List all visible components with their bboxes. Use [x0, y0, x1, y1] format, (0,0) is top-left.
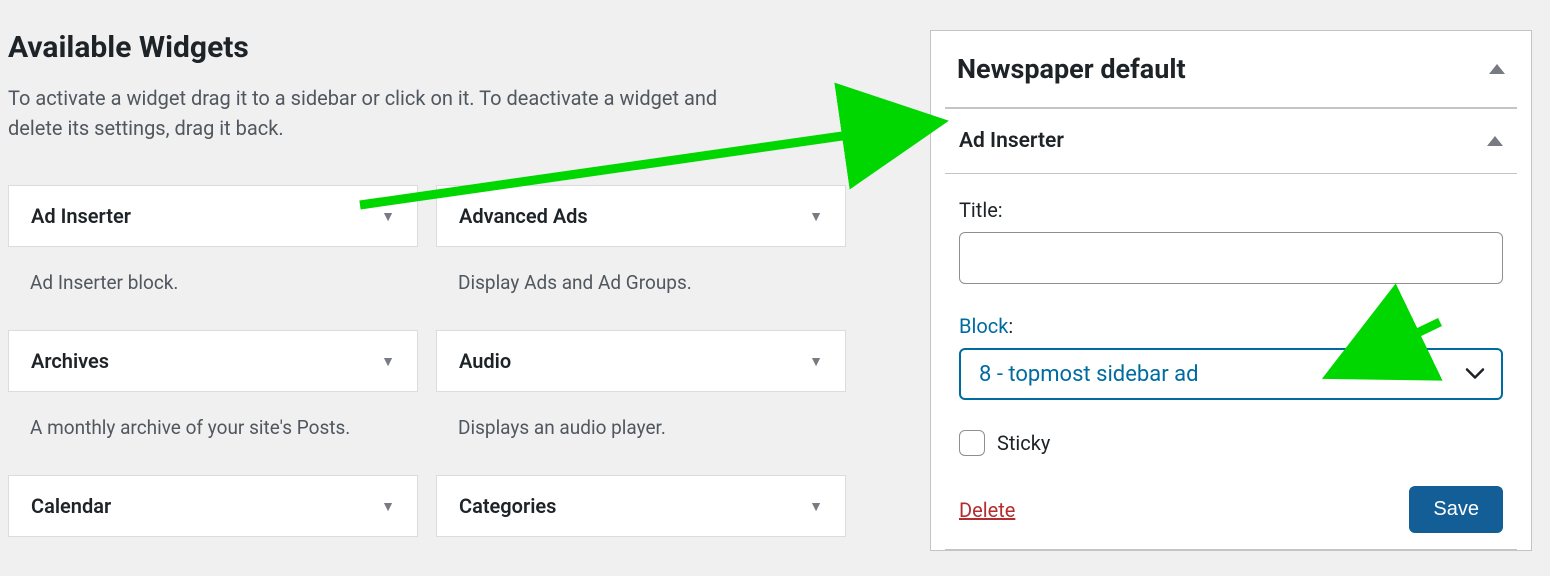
- available-widgets-intro: To activate a widget drag it to a sideba…: [8, 83, 748, 143]
- sticky-label: Sticky: [997, 431, 1050, 455]
- widget-instance-header[interactable]: Ad Inserter: [945, 108, 1517, 173]
- widget-instance-title: Ad Inserter: [959, 129, 1064, 153]
- widget-ad-inserter[interactable]: Ad Inserter ▼: [8, 185, 418, 247]
- chevron-up-icon: [1487, 136, 1503, 146]
- chevron-down-icon: ▼: [809, 498, 823, 515]
- widget-desc: Ad Inserter block.: [8, 247, 418, 312]
- widget-title: Calendar: [31, 494, 111, 518]
- delete-link[interactable]: Delete: [959, 498, 1015, 522]
- widget-title: Categories: [459, 494, 556, 518]
- widget-archives[interactable]: Archives ▼: [8, 330, 418, 392]
- widget-advanced-ads[interactable]: Advanced Ads ▼: [436, 185, 846, 247]
- widget-desc: A monthly archive of your site's Posts.: [8, 392, 418, 457]
- sticky-checkbox[interactable]: [959, 430, 985, 456]
- chevron-down-icon: ▼: [809, 208, 823, 225]
- chevron-up-icon: [1489, 64, 1505, 74]
- chevron-down-icon: ▼: [381, 498, 395, 515]
- title-input[interactable]: [959, 232, 1503, 284]
- block-select-value: 8 - topmost sidebar ad: [979, 362, 1198, 387]
- widget-title: Archives: [31, 349, 109, 373]
- chevron-down-icon: ▼: [381, 208, 395, 225]
- widget-calendar[interactable]: Calendar ▼: [8, 475, 418, 537]
- widget-title: Advanced Ads: [459, 204, 588, 228]
- sidebar-header[interactable]: Newspaper default: [931, 31, 1531, 107]
- save-button[interactable]: Save: [1409, 486, 1503, 533]
- block-label: Block:: [959, 314, 1503, 338]
- sidebar-area: Newspaper default Ad Inserter Title: Blo…: [930, 30, 1532, 551]
- title-label: Title:: [959, 198, 1503, 222]
- chevron-down-icon: ▼: [381, 353, 395, 370]
- widget-desc: Display Ads and Ad Groups.: [436, 247, 846, 312]
- block-select[interactable]: 8 - topmost sidebar ad: [959, 348, 1503, 400]
- widget-title: Ad Inserter: [31, 204, 131, 228]
- chevron-down-icon: ▼: [809, 353, 823, 370]
- widget-desc: Displays an audio player.: [436, 392, 846, 457]
- widget-instance: Ad Inserter Title: Block: 8 - topmost si…: [945, 107, 1517, 550]
- available-widgets-heading: Available Widgets: [8, 30, 880, 65]
- widget-audio[interactable]: Audio ▼: [436, 330, 846, 392]
- widget-categories[interactable]: Categories ▼: [436, 475, 846, 537]
- widget-title: Audio: [459, 349, 511, 373]
- sidebar-title: Newspaper default: [957, 53, 1186, 85]
